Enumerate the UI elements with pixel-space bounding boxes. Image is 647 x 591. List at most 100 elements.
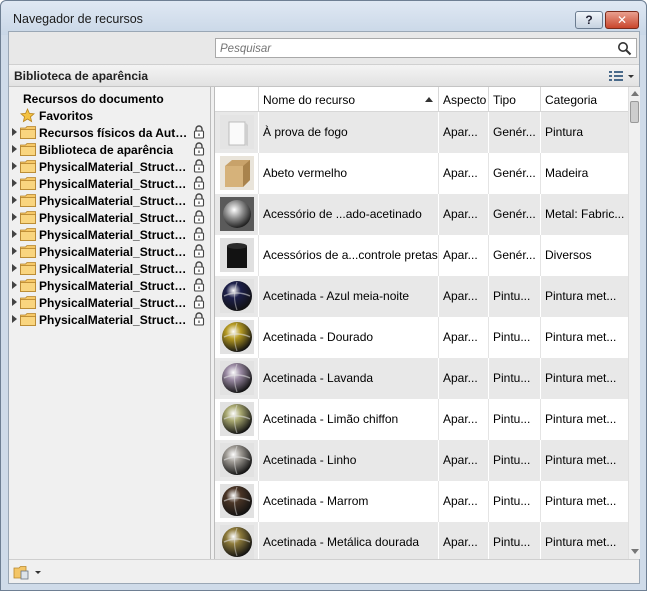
paint-sphere-thumbnail-icon [220,320,254,354]
tree-item[interactable]: PhysicalMaterial_Structu... [9,226,209,243]
table-row[interactable]: Acessórios de a...controle pretas Apar...… [215,235,628,276]
help-button[interactable]: ? [575,11,603,29]
tree-document-resources[interactable]: Recursos do documento [9,90,209,107]
expand-arrow-icon[interactable] [12,145,17,153]
resource-name-cell: Acessório de ...ado-acetinado [259,194,439,235]
folder-icon [20,177,36,190]
tree-item[interactable]: PhysicalMaterial_Structu... [9,243,209,260]
scroll-up-icon[interactable] [631,91,639,96]
aspect-cell: Apar... [439,358,489,399]
search-box[interactable] [215,38,637,58]
column-type[interactable]: Tipo [489,87,541,112]
thumbnail-cell [215,153,259,194]
resource-name-cell: Acetinada - Limão chiffon [259,399,439,440]
expand-arrow-icon[interactable] [12,281,17,289]
expand-arrow-icon[interactable] [12,128,17,136]
tree-item[interactable]: PhysicalMaterial_Structu... [9,158,209,175]
table-row[interactable]: Acetinada - Lavanda Apar... Pintu... Pintur… [215,358,628,399]
grid-rows: À prova de fogo Apar... Genér... Pintura Abe… [215,112,628,559]
lock-icon [193,227,205,241]
tree-item-label: PhysicalMaterial_Structu... [39,177,189,191]
paint-sphere-thumbnail-icon [220,279,254,313]
tree-item-label: Recursos físicos da Auto... [39,126,189,140]
expand-arrow-icon[interactable] [12,264,17,272]
expand-arrow-icon[interactable] [12,196,17,204]
view-options-button[interactable] [607,69,635,84]
vertical-scrollbar[interactable] [628,87,640,559]
table-row[interactable]: Acetinada - Limão chiffon Apar... Pintu...… [215,399,628,440]
tree-item-label: Biblioteca de aparência [39,143,174,157]
title-bar[interactable]: Navegador de recursos ? ✕ [1,1,646,35]
search-strip [9,32,639,64]
library-options-button[interactable] [13,564,43,580]
thumbnail-cell [215,399,259,440]
category-cell: Pintura met... [545,289,617,303]
lock-icon [193,278,205,292]
expand-arrow-icon[interactable] [12,298,17,306]
table-row[interactable]: Abeto vermelho Apar... Genér... Madeira [215,153,628,194]
lock-icon [193,295,205,309]
category-cell: Metal: Fabric... [545,207,625,221]
lock-icon [193,312,205,326]
tree-item-label: PhysicalMaterial_Structu... [39,211,189,225]
table-row[interactable]: Acetinada - Dourado Apar... Pintu... Pintur… [215,317,628,358]
tree-item-label: PhysicalMaterial_Structu... [39,194,189,208]
resource-name-cell: Acetinada - Dourado [259,317,439,358]
sort-ascending-icon [425,97,433,102]
tree-favorites[interactable]: Favoritos [9,107,209,124]
thumbnail-cell [215,276,259,317]
library-folder-icon [13,566,41,580]
thumbnail-cell [215,522,259,559]
category-cell: Madeira [545,166,589,180]
search-input[interactable] [220,41,610,56]
search-icon[interactable] [617,41,632,56]
library-header: Biblioteca de aparência [9,64,639,87]
type-cell: Pintu... [489,399,541,440]
column-category[interactable]: Categoria [541,87,628,112]
expand-arrow-icon[interactable] [12,315,17,323]
table-row[interactable]: Acetinada - Azul meia-noite Apar... Pintu.… [215,276,628,317]
tree-item[interactable]: PhysicalMaterial_Structu... [9,209,209,226]
resource-name-cell: À prova de fogo [259,112,439,153]
category-cell: Pintura met... [545,494,617,508]
type-cell: Pintu... [489,358,541,399]
table-row[interactable]: Acessório de ...ado-acetinado Apar... Gené… [215,194,628,235]
type-cell: Pintu... [489,276,541,317]
client-area: Biblioteca de aparência Recursos do docu… [8,31,640,584]
tree-item[interactable]: PhysicalMaterial_Structu... [9,277,209,294]
lock-icon [193,244,205,258]
thumbnail-cell [215,112,259,153]
folder-icon [20,211,36,224]
category-cell: Diversos [545,248,592,262]
expand-arrow-icon[interactable] [12,230,17,238]
table-row[interactable]: Acetinada - Linho Apar... Pintu... Pintura … [215,440,628,481]
tree-item[interactable]: Recursos físicos da Auto... [9,124,209,141]
scroll-down-icon[interactable] [631,549,639,554]
table-row[interactable]: Acetinada - Metálica dourada Apar... Pintu… [215,522,628,559]
category-cell: Pintura met... [545,371,617,385]
thumbnail-cell [215,481,259,522]
tree-item[interactable]: PhysicalMaterial_Structu... [9,192,209,209]
tree-item-label: PhysicalMaterial_Structu... [39,228,189,242]
expand-arrow-icon[interactable] [12,179,17,187]
expand-arrow-icon[interactable] [12,213,17,221]
tree-item[interactable]: PhysicalMaterial_Structu... [9,260,209,277]
tree-item[interactable]: Biblioteca de aparência [9,141,209,158]
expand-arrow-icon[interactable] [12,162,17,170]
expand-arrow-icon[interactable] [12,247,17,255]
scroll-thumb[interactable] [630,101,639,123]
table-row[interactable]: Acetinada - Marrom Apar... Pintu... Pintura… [215,481,628,522]
close-button[interactable]: ✕ [605,11,639,29]
tree-item[interactable]: PhysicalMaterial_Structu... [9,175,209,192]
tree-item[interactable]: PhysicalMaterial_Structu... [9,294,209,311]
column-aspect[interactable]: Aspecto [439,87,489,112]
tree-item-label: PhysicalMaterial_Structu... [39,262,189,276]
column-name[interactable]: Nome do recurso [259,87,439,112]
star-icon [20,108,35,123]
folder-icon [20,126,36,139]
tree-item[interactable]: PhysicalMaterial_Structu... [9,311,209,328]
resource-name-cell: Acetinada - Lavanda [259,358,439,399]
resource-name-cell: Abeto vermelho [259,153,439,194]
category-cell: Pintura met... [545,330,617,344]
table-row[interactable]: À prova de fogo Apar... Genér... Pintura [215,112,628,153]
